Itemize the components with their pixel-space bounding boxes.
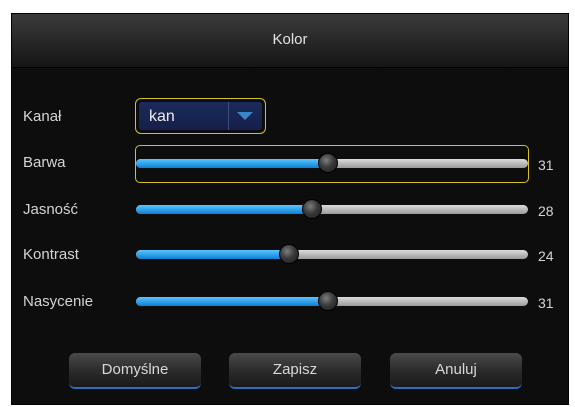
save-button[interactable]: Zapisz: [229, 353, 361, 389]
hue-value: 31: [538, 157, 554, 173]
contrast-value: 24: [538, 248, 554, 264]
default-button[interactable]: Domyślne: [69, 353, 201, 389]
channel-label: Kanał: [23, 108, 62, 125]
contrast-slider-thumb[interactable]: [278, 244, 299, 264]
saturation-label: Nasycenie: [23, 293, 94, 310]
saturation-value: 31: [538, 295, 554, 311]
brightness-slider-track[interactable]: [136, 205, 528, 214]
hue-label: Barwa: [23, 154, 66, 171]
saturation-slider-thumb[interactable]: [318, 291, 339, 311]
dialog-title: Kolor: [272, 31, 308, 48]
color-settings-dialog: Kolor Kanał kan Barwa 31 Jasność 28 Kont…: [11, 13, 569, 405]
brightness-slider-thumb[interactable]: [302, 199, 323, 219]
chevron-down-icon[interactable]: [237, 112, 253, 120]
hue-slider-thumb[interactable]: [318, 153, 339, 173]
contrast-label: Kontrast: [23, 246, 79, 263]
contrast-slider-fill: [136, 250, 289, 259]
hue-slider-fill: [136, 159, 329, 168]
saturation-slider-fill: [136, 297, 329, 306]
channel-select[interactable]: kan: [135, 98, 266, 134]
title-bar: Kolor: [12, 14, 568, 68]
cancel-button[interactable]: Anuluj: [390, 353, 522, 389]
brightness-label: Jasność: [23, 201, 79, 218]
contrast-slider-track[interactable]: [136, 250, 528, 259]
channel-select-value: kan: [149, 108, 175, 125]
brightness-value: 28: [538, 203, 554, 219]
brightness-slider-fill: [136, 205, 313, 214]
